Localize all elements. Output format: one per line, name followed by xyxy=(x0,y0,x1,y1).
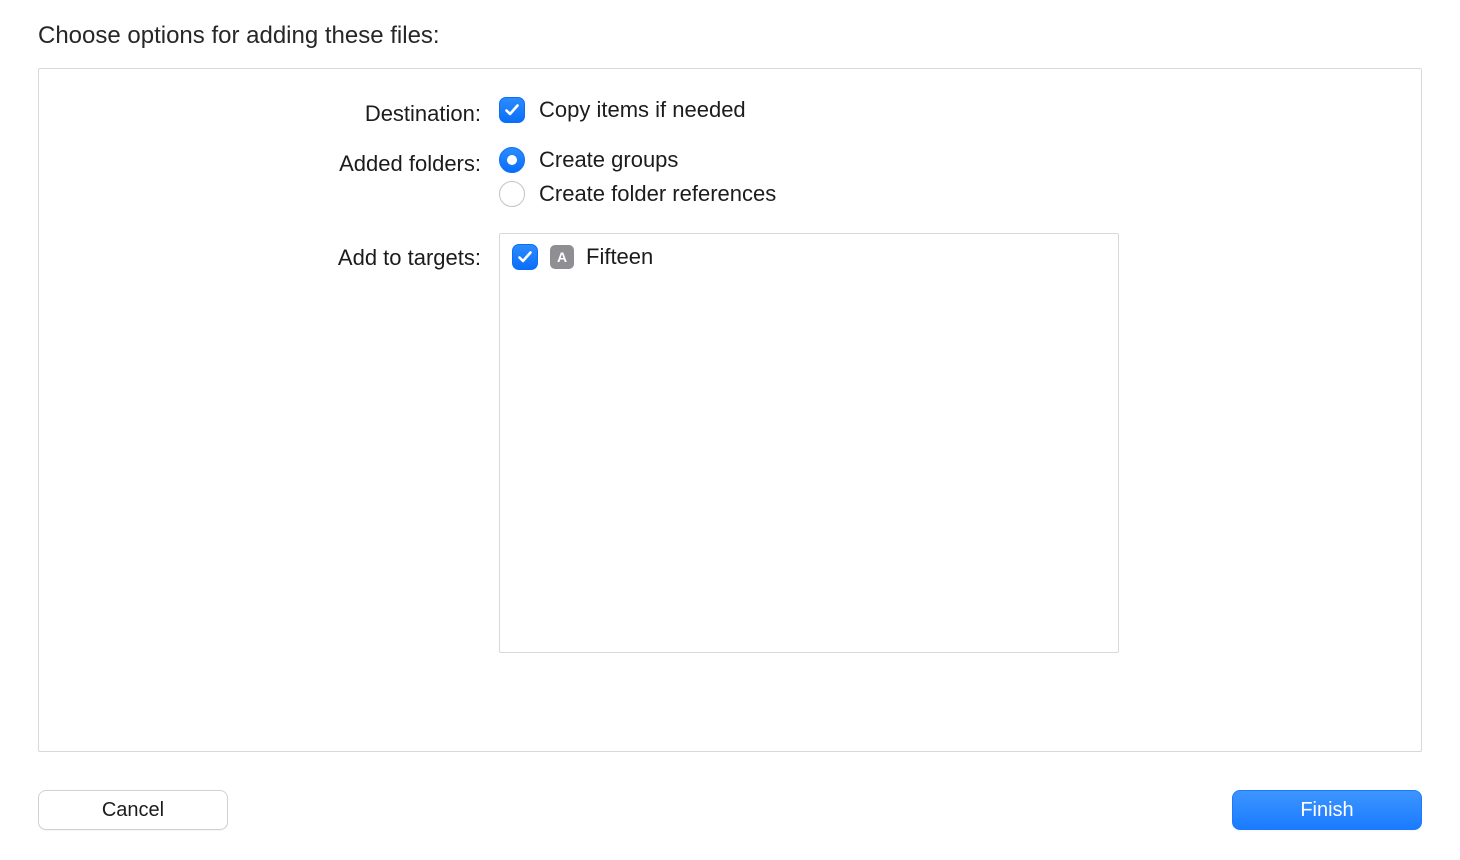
added-folders-row: Added folders: Create groups Create fold… xyxy=(79,147,1381,215)
target-name: Fifteen xyxy=(586,244,653,270)
targets-list[interactable]: A Fifteen xyxy=(499,233,1119,653)
add-to-targets-row: Add to targets: A Fifteen xyxy=(79,233,1381,653)
radio-dot-icon xyxy=(507,155,517,165)
check-icon xyxy=(504,102,520,118)
target-checkbox[interactable] xyxy=(512,244,538,270)
add-to-targets-content: A Fifteen xyxy=(499,233,1381,653)
add-to-targets-label: Add to targets: xyxy=(79,233,499,271)
app-icon: A xyxy=(550,245,574,269)
target-row[interactable]: A Fifteen xyxy=(512,244,1106,270)
added-folders-label: Added folders: xyxy=(79,147,499,177)
create-folder-references-radio[interactable] xyxy=(499,181,525,207)
options-panel: Destination: Copy items if needed Added … xyxy=(38,68,1422,752)
dialog-footer: Cancel Finish xyxy=(38,752,1422,830)
cancel-button[interactable]: Cancel xyxy=(38,790,228,830)
added-folders-content: Create groups Create folder references xyxy=(499,147,1381,215)
create-groups-label: Create groups xyxy=(539,147,678,173)
check-icon xyxy=(517,249,533,265)
add-files-dialog: Choose options for adding these files: D… xyxy=(0,0,1460,860)
app-icon-glyph: A xyxy=(557,250,567,264)
copy-items-checkbox[interactable] xyxy=(499,97,525,123)
create-folder-references-label: Create folder references xyxy=(539,181,776,207)
copy-items-option: Copy items if needed xyxy=(499,97,1381,123)
destination-content: Copy items if needed xyxy=(499,97,1381,131)
dialog-title: Choose options for adding these files: xyxy=(38,22,1422,50)
copy-items-label: Copy items if needed xyxy=(539,97,746,123)
create-groups-radio[interactable] xyxy=(499,147,525,173)
create-groups-option: Create groups xyxy=(499,147,1381,173)
destination-row: Destination: Copy items if needed xyxy=(79,97,1381,131)
create-folder-references-option: Create folder references xyxy=(499,181,1381,207)
destination-label: Destination: xyxy=(79,97,499,127)
finish-button[interactable]: Finish xyxy=(1232,790,1422,830)
